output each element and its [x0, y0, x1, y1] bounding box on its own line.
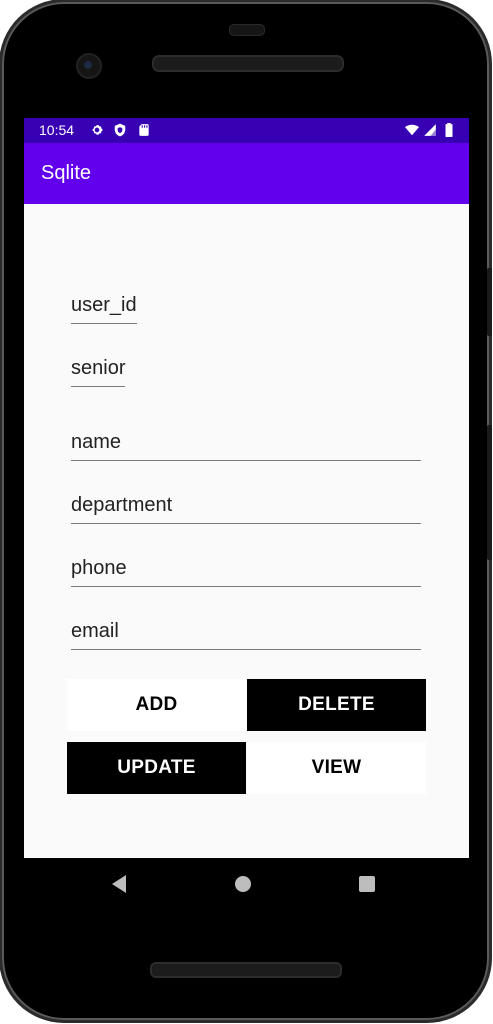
email-field[interactable]: email [71, 620, 421, 650]
back-icon[interactable] [110, 874, 128, 894]
user-id-field[interactable]: user_id [71, 294, 137, 324]
app-title: Sqlite [41, 162, 92, 184]
battery-icon [445, 123, 453, 137]
top-speaker [152, 55, 344, 72]
senior-field[interactable]: senior [71, 357, 126, 387]
wifi-icon [405, 124, 419, 136]
navigation-bar [2, 858, 493, 910]
volume-button [487, 425, 492, 560]
name-field[interactable]: name [71, 431, 421, 461]
app-screen: 10:54 Sqlite user_id senior name departm… [24, 118, 469, 858]
sd-card-icon [139, 124, 149, 136]
shield-icon [114, 123, 126, 137]
bottom-speaker [150, 962, 342, 978]
recents-icon[interactable] [358, 875, 376, 893]
phone-frame: 10:54 Sqlite user_id senior name departm… [2, 2, 489, 1020]
app-bar: Sqlite [24, 143, 469, 204]
power-button [487, 268, 492, 336]
view-button[interactable]: VIEW [247, 742, 426, 794]
update-button[interactable]: UPDATE [67, 742, 246, 794]
earpiece [229, 24, 265, 36]
add-button[interactable]: ADD [67, 679, 246, 731]
status-time: 10:54 [39, 122, 75, 138]
status-bar: 10:54 [24, 118, 469, 143]
department-field[interactable]: department [71, 494, 421, 524]
front-camera [76, 53, 102, 79]
home-icon[interactable] [234, 875, 252, 893]
settings-icon [92, 124, 103, 135]
phone-field[interactable]: phone [71, 557, 421, 587]
signal-icon [424, 124, 436, 136]
delete-button[interactable]: DELETE [247, 679, 426, 731]
